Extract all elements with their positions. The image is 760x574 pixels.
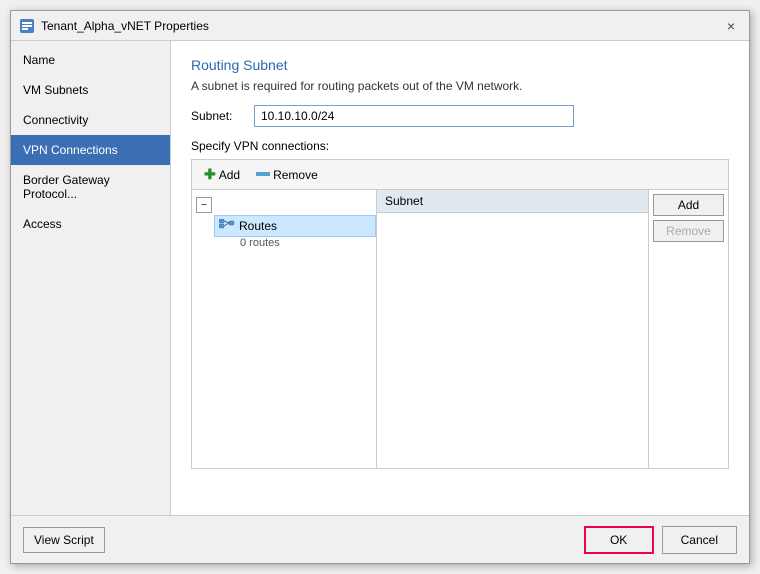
subnet-list-body — [377, 213, 648, 468]
toolbar-remove-button[interactable]: Remove — [250, 166, 324, 184]
title-bar: Tenant_Alpha_vNET Properties × — [11, 11, 749, 41]
sidebar-item-name[interactable]: Name — [11, 45, 170, 75]
sidebar-item-vpn-connections[interactable]: VPN Connections — [11, 135, 170, 165]
vpn-connections-label: Specify VPN connections: — [191, 139, 729, 153]
routes-icon — [219, 219, 235, 233]
content-area: Routing Subnet A subnet is required for … — [171, 41, 749, 515]
ok-button[interactable]: OK — [584, 526, 654, 554]
remove-icon — [256, 172, 270, 176]
view-script-button[interactable]: View Script — [23, 527, 105, 553]
toolbar-add-label: Add — [219, 168, 240, 182]
dialog-footer: View Script OK Cancel — [11, 515, 749, 563]
sidebar-item-connectivity[interactable]: Connectivity — [11, 105, 170, 135]
vpn-toolbar: ✚ Add Remove — [191, 159, 729, 189]
section-desc: A subnet is required for routing packets… — [191, 79, 729, 93]
routes-node-sublabel: 0 routes — [240, 237, 376, 249]
add-icon: ✚ — [204, 166, 216, 183]
subnet-add-button[interactable]: Add — [653, 194, 724, 216]
tree-expand-button[interactable]: − — [196, 197, 212, 213]
tree-root-item: − — [192, 194, 376, 215]
sidebar-item-border-gateway[interactable]: Border Gateway Protocol... — [11, 165, 170, 209]
subnet-field-row: Subnet: — [191, 105, 729, 127]
tree-panel: − Routes 0 — [192, 190, 377, 468]
vpn-panel: − Routes 0 — [191, 189, 729, 469]
dialog-window: Tenant_Alpha_vNET Properties × Name VM S… — [10, 10, 750, 564]
sidebar: Name VM Subnets Connectivity VPN Connect… — [11, 41, 171, 515]
subnet-actions-panel: Add Remove — [648, 190, 728, 468]
routes-node-label: Routes — [239, 219, 277, 233]
subnet-label: Subnet: — [191, 109, 246, 123]
routes-tree-node[interactable]: Routes — [214, 215, 376, 237]
title-bar-left: Tenant_Alpha_vNET Properties — [19, 18, 209, 34]
dialog-icon — [19, 18, 35, 34]
subnet-panel: Subnet Add Remove — [377, 190, 728, 468]
close-button[interactable]: × — [721, 16, 741, 36]
subnet-column-header: Subnet — [377, 190, 648, 213]
subnet-input[interactable] — [254, 105, 574, 127]
tree-node-container: Routes 0 routes — [214, 215, 376, 249]
footer-left: View Script — [23, 527, 105, 553]
sidebar-item-access[interactable]: Access — [11, 209, 170, 239]
sidebar-item-vm-subnets[interactable]: VM Subnets — [11, 75, 170, 105]
cancel-button[interactable]: Cancel — [662, 526, 737, 554]
subnet-list-area: Subnet — [377, 190, 648, 468]
dialog-body: Name VM Subnets Connectivity VPN Connect… — [11, 41, 749, 515]
toolbar-add-button[interactable]: ✚ Add — [198, 164, 246, 185]
dialog-title: Tenant_Alpha_vNET Properties — [41, 19, 209, 33]
toolbar-remove-label: Remove — [273, 168, 318, 182]
footer-right: OK Cancel — [584, 526, 737, 554]
subnet-remove-button[interactable]: Remove — [653, 220, 724, 242]
section-title: Routing Subnet — [191, 57, 729, 73]
